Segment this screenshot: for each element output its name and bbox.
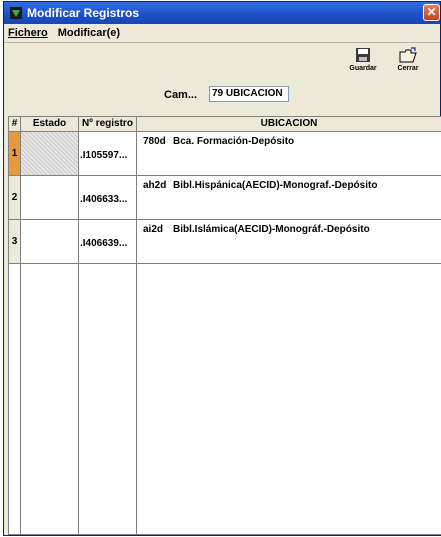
estado-cell[interactable]: [21, 220, 79, 263]
column-header-registro[interactable]: Nº registro: [79, 117, 137, 131]
estado-column-filler: [21, 263, 79, 534]
ubicacion-cell[interactable]: ah2d Bibl.Hispánica(AECID)-Monograf.-Depó…: [137, 176, 441, 219]
ubicacion-cell[interactable]: ai2d Bibl.Islámica(AECID)-Monográf.-Depós…: [137, 220, 441, 263]
ubicacion-code: 780d: [143, 136, 166, 147]
close-button[interactable]: Cerrar: [391, 47, 425, 72]
menu-modificar[interactable]: Modificar(e): [58, 27, 120, 39]
field-input[interactable]: 79 UBICACION: [209, 86, 289, 102]
ubicacion-cell[interactable]: 780d Bca. Formación-Depósito: [137, 132, 441, 175]
registro-value: .I406639...: [80, 238, 128, 249]
registro-column-filler: [79, 263, 137, 534]
column-header-number[interactable]: #: [9, 117, 21, 131]
window-title: Modificar Registros: [27, 6, 140, 20]
column-header-estado[interactable]: Estado: [21, 117, 79, 131]
modificar-registros-window: Modificar Registros ✕ Fichero Modificar(…: [3, 1, 441, 536]
app-icon: [10, 7, 22, 19]
title-bar[interactable]: Modificar Registros ✕: [4, 2, 440, 24]
table-header: # Estado Nº registro UBICACION: [9, 117, 441, 132]
close-label: Cerrar: [397, 65, 419, 72]
menu-bar: Fichero Modificar(e): [4, 24, 440, 43]
ubicacion-text: Bibl.Hispánica(AECID)-Monograf.-Depósito: [173, 180, 378, 191]
ubicacion-code: ai2d: [143, 224, 164, 235]
menu-fichero[interactable]: Fichero: [8, 27, 48, 39]
save-label: Guardar: [349, 65, 377, 72]
ubicacion-code: ah2d: [143, 180, 167, 191]
close-window-button[interactable]: ✕: [423, 4, 440, 21]
registro-value: .I105597...: [80, 150, 128, 161]
estado-cell[interactable]: [21, 132, 79, 175]
toolbar: Guardar Cerrar: [4, 43, 440, 79]
table-row[interactable]: 1 .I105597... 780d Bca. Formación-Depósit…: [9, 132, 441, 176]
number-column-filler: [9, 263, 21, 534]
column-header-ubicacion[interactable]: UBICACION: [137, 117, 441, 131]
registro-cell[interactable]: .I406639...: [79, 220, 137, 263]
registro-cell[interactable]: .I105597...: [79, 132, 137, 175]
ubicacion-text: Bca. Formación-Depósito: [173, 136, 295, 147]
records-table[interactable]: # Estado Nº registro UBICACION 1 .I10559…: [8, 116, 441, 535]
table-empty-area[interactable]: [9, 263, 441, 534]
row-number[interactable]: 3: [9, 220, 21, 263]
table-row[interactable]: 2 .I406633... ah2d Bibl.Hispánica(AECID)-…: [9, 176, 441, 220]
field-selector: Cam... 79 UBICACION: [4, 79, 440, 109]
table-row[interactable]: 3 .I406639... ai2d Bibl.Islámica(AECID)-M…: [9, 220, 441, 264]
field-label: Cam...: [164, 89, 198, 101]
estado-cell[interactable]: [21, 176, 79, 219]
row-number[interactable]: 1: [9, 132, 21, 175]
save-button[interactable]: Guardar: [346, 47, 380, 72]
registro-value: .I406633...: [80, 194, 128, 205]
open-folder-icon: [399, 47, 417, 63]
row-number[interactable]: 2: [9, 176, 21, 219]
ubicacion-text: Bibl.Islámica(AECID)-Monográf.-Depósito: [173, 224, 370, 235]
registro-cell[interactable]: .I406633...: [79, 176, 137, 219]
floppy-disk-icon: [356, 48, 370, 62]
